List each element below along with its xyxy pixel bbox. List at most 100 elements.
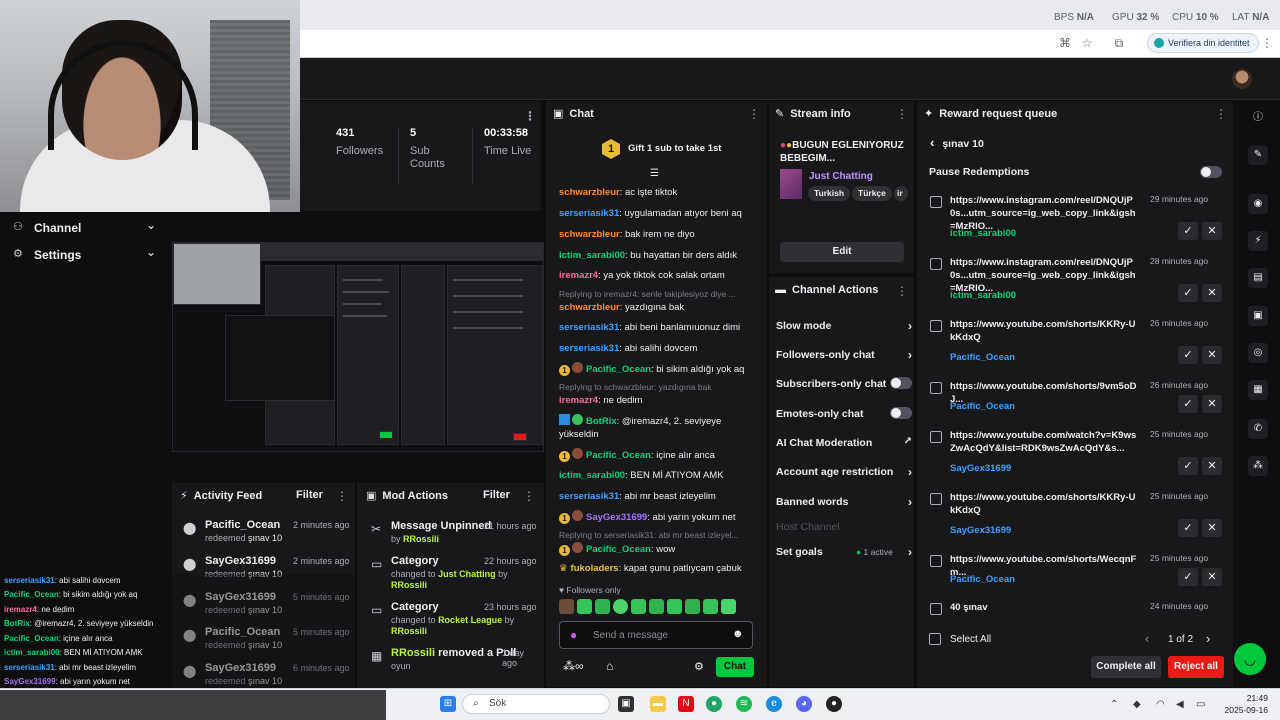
request-user[interactable]: ictim_sarabi00 xyxy=(950,290,1016,301)
chat-message[interactable]: ictim_sarabi00: BEN Mİ ATIYOM AMK xyxy=(559,469,759,482)
chat-username[interactable]: iremazr4 xyxy=(559,395,598,406)
mod-filter-button[interactable]: Filter xyxy=(483,489,510,501)
chat-username[interactable]: Pacific_Ocean xyxy=(586,544,651,555)
chat-username[interactable]: serseriasik31 xyxy=(559,208,619,219)
clock-time[interactable]: 21:49 xyxy=(1232,693,1268,703)
slow-mode-row[interactable]: Slow mode › xyxy=(776,319,912,333)
wrench-icon[interactable]: ✆ xyxy=(1248,419,1268,439)
microphone-icon[interactable]: ● xyxy=(570,628,577,642)
chat-username[interactable]: fukoladers xyxy=(571,563,619,574)
reject-x-icon[interactable]: ✕ xyxy=(1202,346,1222,364)
more-icon[interactable]: ⋮ xyxy=(336,489,348,503)
app-icon[interactable]: ● xyxy=(826,696,842,712)
pencil-icon[interactable]: ✎ xyxy=(1248,145,1268,165)
more-icon[interactable]: ⋮ xyxy=(896,107,908,121)
more-icon[interactable]: ⋮ xyxy=(524,109,536,123)
subscribers-only-toggle[interactable] xyxy=(890,377,912,389)
reject-all-button[interactable]: Reject all xyxy=(1168,656,1224,678)
emote[interactable] xyxy=(685,599,700,614)
request-user[interactable]: Pacific_Ocean xyxy=(950,352,1015,363)
emote[interactable] xyxy=(703,599,718,614)
gift-sub-banner[interactable]: Gift 1 sub to take 1st xyxy=(628,143,721,154)
chat-message[interactable]: schwarzbleur: yazdıgına bak xyxy=(559,301,759,314)
tag[interactable]: Türkçe xyxy=(852,186,892,201)
chat-message[interactable]: 1 Pacific_Ocean: bi sikim aldığı yok aq xyxy=(559,362,759,376)
edge-icon[interactable]: e xyxy=(766,696,782,712)
chrome-icon[interactable]: ● xyxy=(706,696,722,712)
request-text[interactable]: https://www.youtube.com/watch?v=K9wsZwAc… xyxy=(950,429,1138,455)
battery-icon[interactable]: ▭ xyxy=(1196,699,1205,710)
chat-username[interactable]: serseriasik31 xyxy=(559,322,619,333)
request-checkbox[interactable] xyxy=(930,493,942,505)
chat-icon[interactable]: ▣ xyxy=(1248,306,1268,326)
request-text[interactable]: 40 şınav xyxy=(950,601,1138,614)
chat-send-button[interactable]: Chat xyxy=(716,657,754,677)
pinned-toggle-icon[interactable]: ☰ xyxy=(650,168,659,179)
chat-message[interactable]: serseriasik31: abi mr beast izleyelim xyxy=(559,490,759,503)
request-checkbox[interactable] xyxy=(930,258,942,270)
approve-check-icon[interactable]: ✓ xyxy=(1178,284,1198,302)
document-icon[interactable]: ▤ xyxy=(1248,268,1268,288)
request-checkbox[interactable] xyxy=(930,431,942,443)
chat-message[interactable]: serseriasik31: abi beni banlamıuonuz dim… xyxy=(559,321,759,334)
emote[interactable] xyxy=(667,599,682,614)
request-checkbox[interactable] xyxy=(930,603,942,615)
approve-check-icon[interactable]: ✓ xyxy=(1178,457,1198,475)
reject-x-icon[interactable]: ✕ xyxy=(1202,395,1222,413)
approve-check-icon[interactable]: ✓ xyxy=(1178,346,1198,364)
chat-message[interactable]: ♛ fukoladers: kapat şunu patlıycam çabuk xyxy=(559,562,759,575)
tray-app-icon[interactable]: ◆ xyxy=(1133,699,1141,710)
request-user[interactable]: Pacific_Ocean xyxy=(950,574,1015,585)
bookmark-star-icon[interactable]: ☆ xyxy=(1080,36,1094,50)
chat-username[interactable]: schwarzbleur xyxy=(559,302,620,313)
request-user[interactable]: ictim_sarabi00 xyxy=(950,228,1016,239)
chat-message[interactable]: schwarzbleur: ac işte tiktok xyxy=(559,186,759,199)
discord-icon[interactable]: ◕ xyxy=(796,696,812,712)
chat-username[interactable]: schwarzbleur xyxy=(559,187,620,198)
ai-moderation-row[interactable]: AI Chat Moderation ↗ xyxy=(776,436,912,449)
wifi-icon[interactable]: ◠ xyxy=(1156,699,1165,710)
menu-icon[interactable]: ⋮ xyxy=(1260,36,1274,50)
complete-all-button[interactable]: Complete all xyxy=(1091,656,1161,678)
subscribers-only-row[interactable]: Subscribers-only chat xyxy=(776,377,912,390)
emote[interactable] xyxy=(721,599,736,614)
request-checkbox[interactable] xyxy=(930,320,942,332)
tag[interactable]: Turkish xyxy=(808,186,851,201)
approve-check-icon[interactable]: ✓ xyxy=(1178,568,1198,586)
emotes-only-toggle[interactable] xyxy=(890,407,912,419)
chat-message[interactable]: BotRix: @iremazr4, 2. seviyeye yükseldin xyxy=(559,414,759,441)
select-all-checkbox[interactable] xyxy=(929,633,941,645)
approve-check-icon[interactable]: ✓ xyxy=(1178,395,1198,413)
camera-icon[interactable]: ◉ xyxy=(1248,194,1268,214)
emotes-only-row[interactable]: Emotes-only chat xyxy=(776,407,912,420)
banned-words-row[interactable]: Banned words › xyxy=(776,495,912,509)
more-icon[interactable]: ⋮ xyxy=(896,284,908,298)
help-chat-icon[interactable]: ◡ xyxy=(1234,643,1266,675)
stream-preview[interactable] xyxy=(172,242,544,452)
request-user[interactable]: Pacific_Ocean xyxy=(950,401,1015,412)
extensions-icon[interactable]: ⁂ xyxy=(1248,456,1268,476)
clock-date[interactable]: 2025-09-16 xyxy=(1210,705,1268,715)
start-icon[interactable]: ⊞ xyxy=(440,696,456,712)
chat-message[interactable]: 1 SayGex31699: abi yarın yokum net xyxy=(559,510,759,524)
list-item[interactable]: ⬤ Pacific_Ocean redeemed şınav 10 2 minutes… xyxy=(183,519,355,555)
next-page-icon[interactable]: › xyxy=(1206,631,1210,646)
chat-message[interactable]: schwarzbleur: bak irem ne diyo xyxy=(559,228,759,241)
avatar[interactable] xyxy=(1232,69,1252,89)
category-link[interactable]: Just Chatting xyxy=(809,171,873,182)
emote-picker-icon[interactable]: ☻ xyxy=(732,628,744,640)
chat-message[interactable]: serseriasik31: uygulamadan atıyor beni a… xyxy=(559,207,759,220)
emote[interactable] xyxy=(559,599,574,614)
extensions-icon[interactable]: ⧉ xyxy=(1112,36,1126,50)
chat-username[interactable]: schwarzbleur xyxy=(559,229,620,240)
reject-x-icon[interactable]: ✕ xyxy=(1202,222,1222,240)
chat-username[interactable]: Pacific_Ocean xyxy=(586,450,651,461)
set-goals-row[interactable]: Set goals ● 1 active › xyxy=(776,545,912,559)
request-text[interactable]: https://www.youtube.com/shorts/KKRy-UkKd… xyxy=(950,491,1138,517)
verify-identity-button[interactable]: Verifiera din identitet xyxy=(1147,33,1259,53)
request-user[interactable]: SayGex31699 xyxy=(950,525,1011,536)
chat-username[interactable]: serseriasik31 xyxy=(559,343,619,354)
request-checkbox[interactable] xyxy=(930,196,942,208)
reject-x-icon[interactable]: ✕ xyxy=(1202,519,1222,537)
taskbar-search[interactable]: ⌕ Sök xyxy=(462,694,610,714)
